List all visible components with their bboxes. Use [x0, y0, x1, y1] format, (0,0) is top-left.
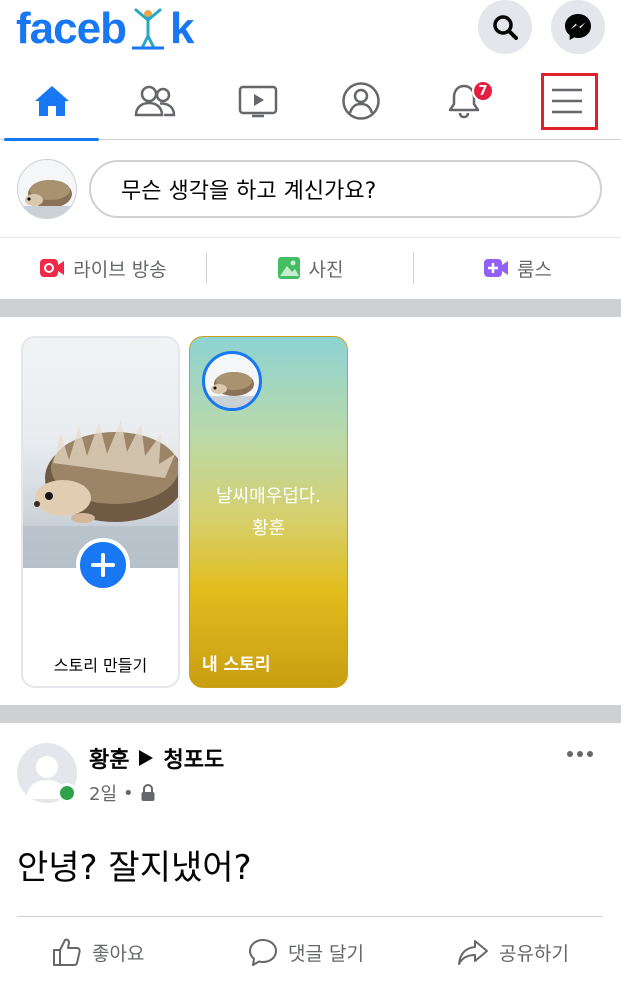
- plus-icon: [91, 553, 115, 577]
- live-label: 라이브 방송: [73, 258, 167, 281]
- tab-profile[interactable]: [309, 62, 412, 140]
- rooms-button[interactable]: 룸스: [414, 238, 621, 298]
- notification-badge: 7: [472, 80, 494, 102]
- profile-icon: [341, 82, 380, 120]
- my-story-label: 내 스토리: [202, 655, 271, 675]
- search-button[interactable]: [478, 0, 532, 54]
- home-icon: [34, 86, 69, 116]
- rooms-video-icon: [484, 259, 509, 277]
- hedgehog-avatar-icon: [205, 372, 259, 408]
- story-photo: [23, 338, 178, 568]
- like-label: 좋아요: [92, 942, 145, 965]
- lock-icon: [141, 784, 155, 801]
- live-video-icon: [40, 259, 65, 277]
- story-avatar: [202, 351, 262, 411]
- messenger-icon: [565, 14, 591, 40]
- composer-actions: 라이브 방송 사진 룸스: [0, 238, 621, 298]
- section-separator: [0, 705, 621, 723]
- post-meta: 2일 •: [89, 780, 156, 806]
- thumbs-up-icon: [53, 938, 81, 966]
- photo-button[interactable]: 사진: [207, 238, 413, 298]
- post-divider: [17, 916, 603, 917]
- my-story-text-line1: 날씨매우덥다.: [215, 486, 322, 507]
- composer-input[interactable]: 무슨 생각을 하고 계신가요?: [89, 160, 602, 218]
- comment-button[interactable]: 댓글 달기: [248, 930, 364, 974]
- post-text: 안녕? 잘지냈어?: [17, 848, 252, 888]
- share-label: 공유하기: [499, 942, 569, 965]
- search-icon: [493, 15, 518, 40]
- post-time[interactable]: 2일: [89, 780, 117, 806]
- tab-notifications[interactable]: 7: [412, 62, 515, 140]
- my-story-card[interactable]: 날씨매우덥다. 황훈 내 스토리: [189, 336, 348, 688]
- live-button[interactable]: 라이브 방송: [0, 238, 206, 298]
- tab-watch[interactable]: [206, 62, 309, 140]
- menu-highlight-box: [541, 73, 598, 130]
- watch-icon: [238, 85, 277, 118]
- add-story-button[interactable]: [76, 538, 130, 592]
- online-status-dot: [57, 783, 77, 803]
- messenger-button[interactable]: [551, 0, 605, 54]
- create-story-label: 스토리 만들기: [53, 656, 148, 675]
- rooms-label: 룸스: [517, 258, 552, 281]
- my-story-text: 날씨매우덥다. 황훈: [190, 481, 347, 545]
- tab-home[interactable]: [0, 62, 103, 141]
- post-target[interactable]: 청포도: [163, 742, 224, 774]
- share-icon: [458, 940, 488, 965]
- arrow-right-icon: [139, 750, 154, 766]
- comment-label: 댓글 달기: [288, 942, 364, 965]
- top-header: faceb k: [0, 0, 621, 62]
- more-options-icon[interactable]: [566, 748, 594, 760]
- post-header: 황훈 청포도: [89, 742, 224, 774]
- user-avatar[interactable]: [17, 159, 77, 219]
- meta-dot: •: [123, 782, 134, 804]
- create-story-card[interactable]: 스토리 만들기: [21, 336, 180, 688]
- like-button[interactable]: 좋아요: [52, 930, 144, 974]
- tab-friends[interactable]: [103, 62, 206, 140]
- share-button[interactable]: 공유하기: [457, 930, 569, 974]
- friends-icon: [134, 85, 175, 117]
- hedgehog-photo-icon: [23, 420, 178, 568]
- nav-bar: 7: [0, 62, 621, 141]
- photo-icon: [277, 257, 300, 279]
- post-author[interactable]: 황훈: [89, 742, 129, 774]
- photo-label: 사진: [308, 258, 344, 281]
- section-separator: [0, 299, 621, 317]
- comment-icon: [249, 939, 277, 966]
- hedgehog-avatar-icon: [18, 180, 76, 218]
- logo-figure-icon: [132, 8, 164, 50]
- post-composer: 무슨 생각을 하고 계신가요?: [0, 140, 621, 238]
- my-story-text-line2: 황훈: [251, 518, 286, 539]
